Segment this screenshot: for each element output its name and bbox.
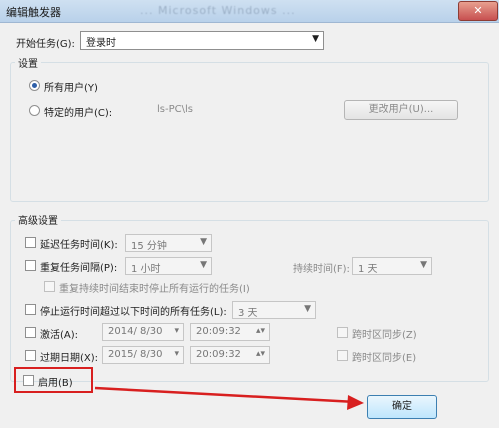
ok-button[interactable]: 确定 [367, 395, 437, 419]
arrow-head [347, 395, 364, 410]
ok-button-label: 确定 [392, 401, 412, 412]
annotation-arrow [94, 386, 364, 410]
arrow-shaft [94, 386, 357, 404]
